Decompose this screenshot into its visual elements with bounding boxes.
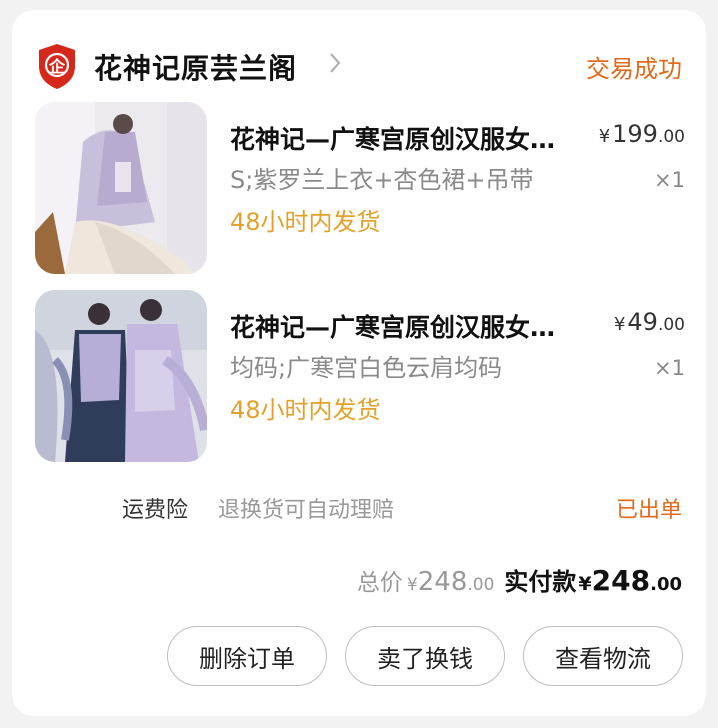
- product-title[interactable]: 花神记—广寒宫原创汉服女明制云肩: [230, 308, 570, 344]
- store-header[interactable]: 企 花神记原芸兰阁 交易成功: [36, 28, 682, 89]
- product-quantity: ×1: [654, 168, 685, 192]
- product-title[interactable]: 花神记—广寒宫原创汉服女明制长袄: [230, 120, 570, 156]
- product-image[interactable]: [35, 290, 207, 462]
- enterprise-shield-icon: 企: [39, 44, 75, 89]
- order-status: 交易成功: [586, 55, 682, 83]
- shipping-tag: 48小时内发货: [230, 396, 381, 424]
- delete-order-button[interactable]: 删除订单: [167, 626, 327, 686]
- paid-label: 实付款: [504, 568, 577, 596]
- order-card: 企 花神记原芸兰阁 交易成功 花神记—广寒宫原创汉服女明制长袄 S;紫罗兰上: [12, 10, 706, 716]
- order-total: 总价 ¥ 248 .00 实付款 ¥ 248 .00: [356, 564, 682, 597]
- product-image[interactable]: [35, 102, 207, 274]
- resell-button[interactable]: 卖了换钱: [345, 626, 505, 686]
- total-amount: 248: [417, 567, 468, 597]
- store-name[interactable]: 花神记原芸兰阁: [94, 47, 297, 87]
- shipping-insurance-row[interactable]: 运费险 退换货可自动理赔 已出单: [122, 492, 682, 528]
- order-item[interactable]: 花神记—广寒宫原创汉服女明制云肩 均码;广寒宫白色云肩均码 48小时内发货 ¥4…: [35, 290, 685, 464]
- total-label: 总价: [356, 570, 403, 596]
- shipping-tag: 48小时内发货: [230, 208, 381, 236]
- badge-text: 企: [48, 57, 66, 76]
- product-spec: 均码;广寒宫白色云肩均码: [230, 354, 503, 382]
- insurance-label: 运费险: [122, 498, 189, 523]
- view-logistics-button[interactable]: 查看物流: [523, 626, 683, 686]
- product-price: ¥49.00: [613, 308, 685, 336]
- paid-amount: 248: [591, 564, 651, 597]
- product-spec: S;紫罗兰上衣+杏色裙+吊带: [230, 166, 534, 194]
- chevron-right-icon[interactable]: [328, 51, 342, 75]
- product-price: ¥199.00: [598, 120, 685, 148]
- insurance-status: 已出单: [615, 498, 682, 523]
- insurance-desc: 退换货可自动理赔: [218, 498, 395, 523]
- order-item[interactable]: 花神记—广寒宫原创汉服女明制长袄 S;紫罗兰上衣+杏色裙+吊带 48小时内发货 …: [35, 102, 685, 276]
- product-quantity: ×1: [654, 356, 685, 380]
